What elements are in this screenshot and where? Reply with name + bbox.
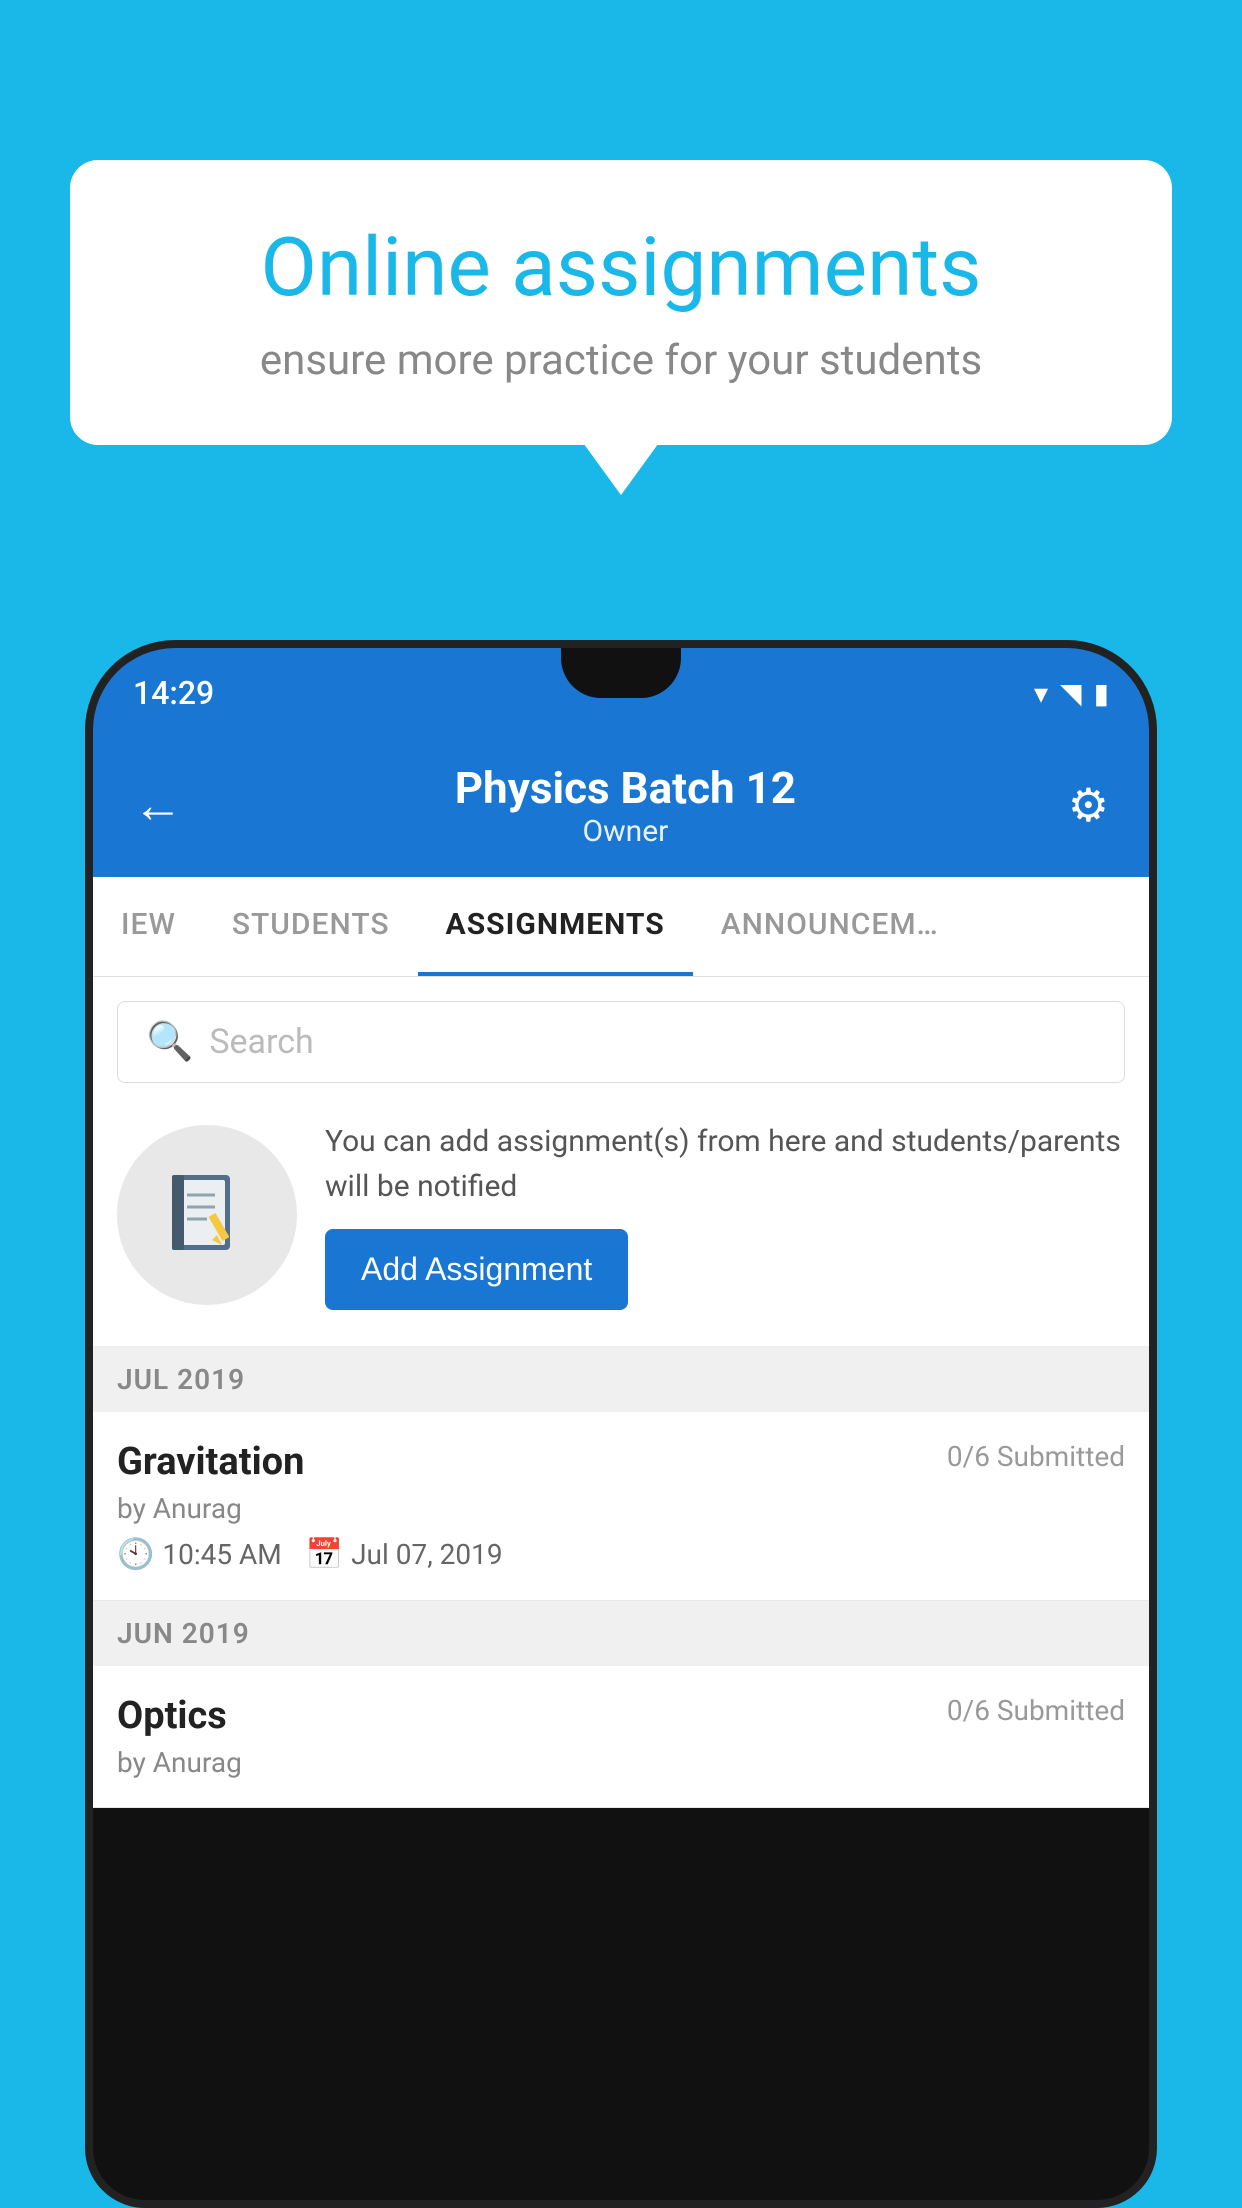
meta-time: 🕙 10:45 AM bbox=[117, 1537, 282, 1572]
search-placeholder: Search bbox=[209, 1022, 313, 1062]
calendar-icon: 📅 bbox=[306, 1537, 343, 1572]
assignment-time: 10:45 AM bbox=[162, 1538, 281, 1571]
assignment-row: Gravitation 0/6 Submitted bbox=[117, 1440, 1125, 1484]
clock-icon: 🕙 bbox=[117, 1537, 154, 1572]
status-bar: 14:29 ▾ ◥ ▮ bbox=[93, 648, 1149, 738]
tab-students[interactable]: STUDENTS bbox=[204, 877, 418, 976]
promo-block: You can add assignment(s) from here and … bbox=[93, 1083, 1149, 1347]
add-assignment-button[interactable]: Add Assignment bbox=[325, 1229, 628, 1310]
phone-frame: 14:29 ▾ ◥ ▮ ← Physics Batch 12 Owner ⚙ I… bbox=[85, 640, 1157, 2208]
assignment-row: Optics 0/6 Submitted bbox=[117, 1694, 1125, 1738]
assignment-item-optics[interactable]: Optics 0/6 Submitted by Anurag bbox=[93, 1666, 1149, 1808]
tab-assignments[interactable]: ASSIGNMENTS bbox=[418, 877, 693, 976]
assignment-author: by Anurag bbox=[117, 1492, 1125, 1525]
meta-date: 📅 Jul 07, 2019 bbox=[306, 1537, 503, 1572]
speech-bubble-title: Online assignments bbox=[150, 220, 1092, 316]
assignment-submitted: 0/6 Submitted bbox=[947, 1694, 1125, 1727]
assignment-item-gravitation[interactable]: Gravitation 0/6 Submitted by Anurag 🕙 10… bbox=[93, 1412, 1149, 1601]
assignment-author: by Anurag bbox=[117, 1746, 1125, 1779]
promo-content: You can add assignment(s) from here and … bbox=[325, 1119, 1125, 1310]
batch-role: Owner bbox=[455, 814, 796, 849]
batch-title: Physics Batch 12 bbox=[455, 762, 796, 814]
app-header: ← Physics Batch 12 Owner ⚙ bbox=[93, 738, 1149, 877]
tab-announcements[interactable]: ANNOUNCEM… bbox=[693, 877, 967, 976]
speech-bubble: Online assignments ensure more practice … bbox=[70, 160, 1172, 445]
search-bar[interactable]: 🔍 Search bbox=[117, 1001, 1125, 1083]
section-header-jun: JUN 2019 bbox=[93, 1601, 1149, 1666]
tab-iew[interactable]: IEW bbox=[93, 877, 204, 976]
assignment-name: Optics bbox=[117, 1694, 227, 1738]
settings-icon[interactable]: ⚙ bbox=[1068, 778, 1109, 833]
speech-bubble-container: Online assignments ensure more practice … bbox=[70, 160, 1172, 445]
back-button[interactable]: ← bbox=[133, 776, 183, 835]
promo-icon-circle bbox=[117, 1125, 297, 1305]
assignment-meta: 🕙 10:45 AM 📅 Jul 07, 2019 bbox=[117, 1537, 1125, 1572]
notebook-icon bbox=[157, 1165, 257, 1265]
assignment-date: Jul 07, 2019 bbox=[351, 1538, 503, 1571]
search-icon: 🔍 bbox=[146, 1020, 193, 1064]
phone-screen: 🔍 Search You can add assignment(s) from … bbox=[93, 977, 1149, 1808]
promo-text: You can add assignment(s) from here and … bbox=[325, 1119, 1125, 1209]
battery-icon: ▮ bbox=[1094, 677, 1109, 710]
speech-bubble-subtitle: ensure more practice for your students bbox=[150, 336, 1092, 385]
tabs-bar: IEW STUDENTS ASSIGNMENTS ANNOUNCEM… bbox=[93, 877, 1149, 977]
status-icons: ▾ ◥ ▮ bbox=[1034, 677, 1109, 710]
wifi-icon: ▾ bbox=[1034, 677, 1048, 710]
signal-icon: ◥ bbox=[1060, 677, 1082, 710]
assignment-name: Gravitation bbox=[117, 1440, 304, 1484]
section-header-jul: JUL 2019 bbox=[93, 1347, 1149, 1412]
header-title-block: Physics Batch 12 Owner bbox=[455, 762, 796, 849]
status-time: 14:29 bbox=[133, 674, 214, 712]
assignment-submitted: 0/6 Submitted bbox=[947, 1440, 1125, 1473]
